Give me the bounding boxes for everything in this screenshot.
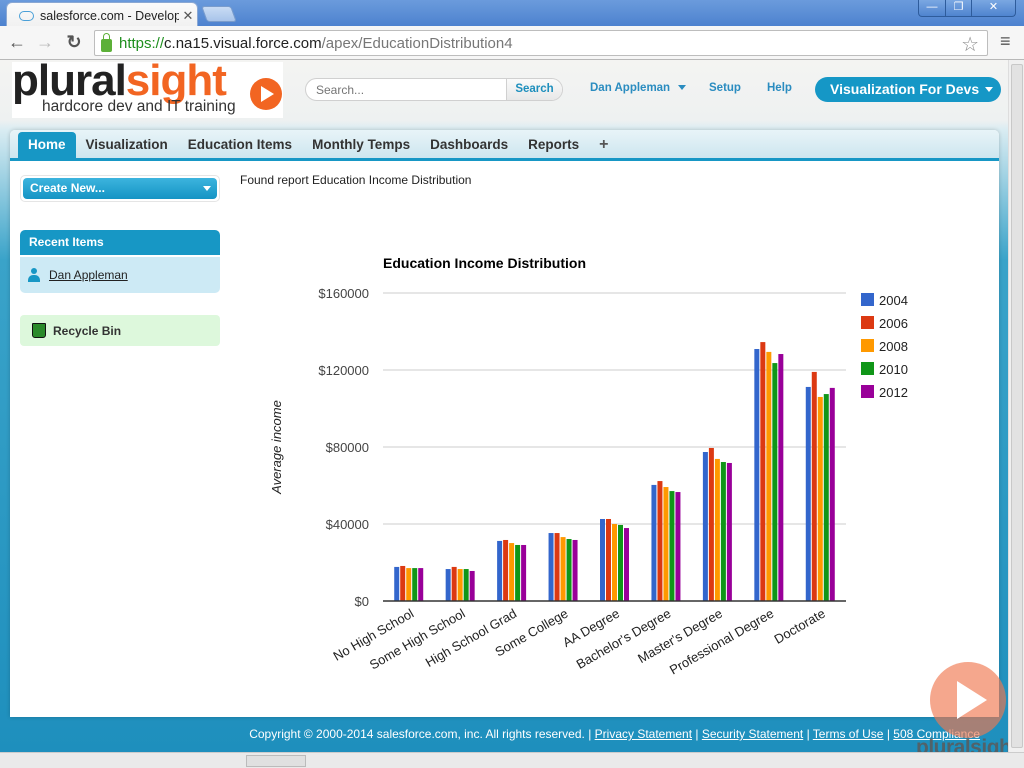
bar bbox=[497, 540, 503, 601]
legend-swatch bbox=[861, 316, 874, 329]
bar bbox=[451, 566, 457, 601]
bar bbox=[760, 342, 766, 601]
bar bbox=[726, 462, 732, 601]
bar bbox=[805, 386, 811, 601]
bar bbox=[412, 568, 418, 601]
bar bbox=[554, 533, 560, 601]
bar bbox=[823, 394, 829, 601]
scrollbar-thumb[interactable] bbox=[1011, 64, 1023, 748]
watermark-play-icon bbox=[930, 662, 1006, 738]
bar bbox=[624, 528, 629, 601]
bar bbox=[606, 518, 611, 601]
legend-label: 2010 bbox=[879, 362, 908, 377]
bar bbox=[663, 487, 669, 601]
bar bbox=[572, 539, 578, 601]
legend-swatch bbox=[861, 362, 874, 375]
bar bbox=[600, 518, 605, 601]
legend-label: 2012 bbox=[879, 385, 908, 400]
bar bbox=[720, 462, 726, 601]
bar bbox=[778, 354, 784, 601]
y-axis-label: Average income bbox=[269, 400, 284, 495]
bar bbox=[714, 458, 720, 601]
y-tick-label: $40000 bbox=[326, 517, 369, 532]
bar bbox=[509, 543, 515, 601]
income-bar-chart: Education Income Distribution Average in… bbox=[269, 255, 908, 677]
horizontal-scrollbar[interactable] bbox=[0, 752, 1024, 768]
bar bbox=[817, 396, 823, 601]
bar bbox=[772, 363, 778, 601]
bar bbox=[503, 539, 509, 601]
bar bbox=[708, 447, 714, 601]
bar bbox=[445, 569, 451, 601]
legend-swatch bbox=[861, 385, 874, 398]
bar bbox=[766, 351, 772, 601]
legend-swatch bbox=[861, 339, 874, 352]
bar bbox=[811, 371, 817, 601]
bar bbox=[560, 537, 566, 601]
bar bbox=[669, 491, 675, 601]
legend-label: 2004 bbox=[879, 293, 908, 308]
bar bbox=[418, 568, 424, 601]
vertical-scrollbar[interactable] bbox=[1008, 60, 1024, 752]
bar bbox=[651, 484, 657, 601]
bar bbox=[675, 492, 681, 601]
bar bbox=[618, 524, 623, 601]
bar bbox=[469, 570, 475, 601]
bar bbox=[400, 565, 406, 601]
legend-label: 2006 bbox=[879, 316, 908, 331]
bar bbox=[406, 568, 412, 601]
bar bbox=[702, 452, 708, 601]
bar bbox=[515, 544, 521, 601]
legend-label: 2008 bbox=[879, 339, 908, 354]
bar bbox=[463, 569, 469, 601]
x-tick-label: High School Grad bbox=[423, 606, 519, 670]
bar bbox=[829, 387, 835, 601]
bar bbox=[754, 349, 760, 601]
bar bbox=[548, 533, 554, 601]
bar bbox=[612, 524, 617, 601]
legend-swatch bbox=[861, 293, 874, 306]
bar bbox=[521, 544, 527, 601]
y-tick-label: $160000 bbox=[318, 286, 369, 301]
y-tick-label: $0 bbox=[355, 594, 369, 609]
y-tick-label: $80000 bbox=[326, 440, 369, 455]
y-tick-label: $120000 bbox=[318, 363, 369, 378]
bar bbox=[566, 539, 572, 601]
bar bbox=[457, 569, 463, 601]
x-tick-label: Doctorate bbox=[771, 606, 827, 647]
bar bbox=[657, 481, 663, 601]
bar bbox=[394, 566, 400, 601]
scrollbar-thumb[interactable] bbox=[246, 755, 306, 767]
chart-title: Education Income Distribution bbox=[383, 255, 586, 271]
